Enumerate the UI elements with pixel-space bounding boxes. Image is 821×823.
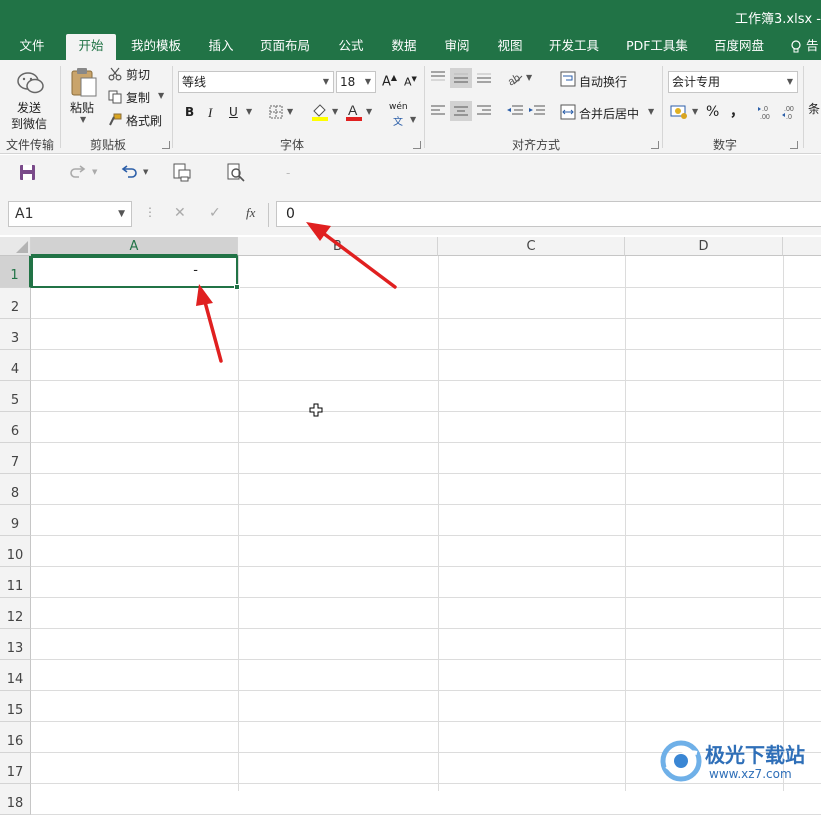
- watermark-brand: 极光下载站: [705, 743, 805, 767]
- annotation-arrow-cell: [196, 284, 223, 363]
- watermark-logo-icon: [659, 739, 703, 783]
- watermark: 极光下载站 www.xz7.com: [659, 735, 819, 787]
- annotation-arrow-formula: [306, 222, 397, 289]
- row-gridline: [31, 814, 821, 815]
- annotation-arrows: [196, 222, 397, 363]
- watermark-url: www.xz7.com: [709, 767, 792, 781]
